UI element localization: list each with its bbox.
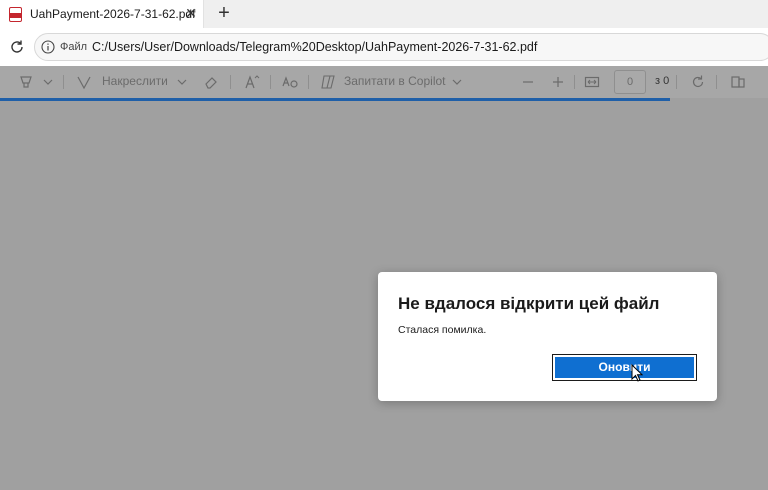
- dialog-title: Не вдалося відкрити цей файл: [398, 294, 660, 313]
- chevron-down-icon[interactable]: [452, 78, 462, 86]
- page-view-icon[interactable]: [730, 74, 746, 90]
- refresh-button[interactable]: Оновити: [552, 354, 697, 381]
- chevron-down-icon[interactable]: [177, 78, 187, 86]
- info-icon[interactable]: [41, 40, 55, 54]
- zoom-in-icon[interactable]: [552, 75, 564, 89]
- text-size-icon[interactable]: [244, 74, 260, 90]
- chevron-down-icon[interactable]: [43, 78, 53, 86]
- new-tab-button[interactable]: +: [214, 3, 234, 23]
- fit-page-icon[interactable]: [584, 74, 600, 90]
- mouse-cursor-icon: [631, 364, 643, 382]
- dialog-message: Сталася помилка.: [398, 324, 487, 336]
- tab-strip: UahPayment-2026-7-31-62.pdf ✕ +: [0, 0, 768, 28]
- zoom-out-icon[interactable]: [522, 75, 534, 89]
- toolbar-separator: [716, 75, 717, 89]
- refresh-button-label: Оновити: [555, 357, 694, 378]
- copilot-label[interactable]: Запитати в Copilot: [344, 74, 446, 88]
- reload-icon[interactable]: [9, 39, 25, 55]
- copilot-icon[interactable]: [320, 74, 336, 90]
- draw-label[interactable]: Накреслити: [102, 74, 168, 88]
- page-number-input[interactable]: 0: [614, 70, 646, 94]
- pdf-toolbar: Накреслити Запитати в Copilot 0 з 0: [0, 66, 768, 98]
- eraser-icon[interactable]: [203, 74, 219, 90]
- rotate-icon[interactable]: [690, 74, 706, 90]
- tab-pdf[interactable]: UahPayment-2026-7-31-62.pdf ✕: [0, 0, 204, 28]
- url-text[interactable]: C:/Users/User/Downloads/Telegram%20Deskt…: [92, 40, 537, 54]
- translate-icon[interactable]: [281, 74, 299, 90]
- address-bar[interactable]: Файл C:/Users/User/Downloads/Telegram%20…: [34, 33, 768, 61]
- draw-icon[interactable]: [76, 74, 92, 90]
- toolbar-separator: [270, 75, 271, 89]
- loading-progress-bar: [0, 98, 670, 101]
- toolbar-separator: [63, 75, 64, 89]
- highlight-icon[interactable]: [18, 74, 34, 90]
- file-scheme-label: Файл: [60, 41, 88, 53]
- toolbar-separator: [308, 75, 309, 89]
- page-total-label: з 0: [655, 75, 670, 87]
- toolbar-separator: [574, 75, 575, 89]
- pdf-file-icon: [9, 7, 22, 22]
- tab-title: UahPayment-2026-7-31-62.pdf: [30, 7, 196, 21]
- close-tab-icon[interactable]: ✕: [184, 5, 198, 21]
- address-row: Файл C:/Users/User/Downloads/Telegram%20…: [0, 28, 768, 66]
- toolbar-separator: [230, 75, 231, 89]
- toolbar-separator: [676, 75, 677, 89]
- error-dialog: Не вдалося відкрити цей файл Сталася пом…: [378, 272, 717, 401]
